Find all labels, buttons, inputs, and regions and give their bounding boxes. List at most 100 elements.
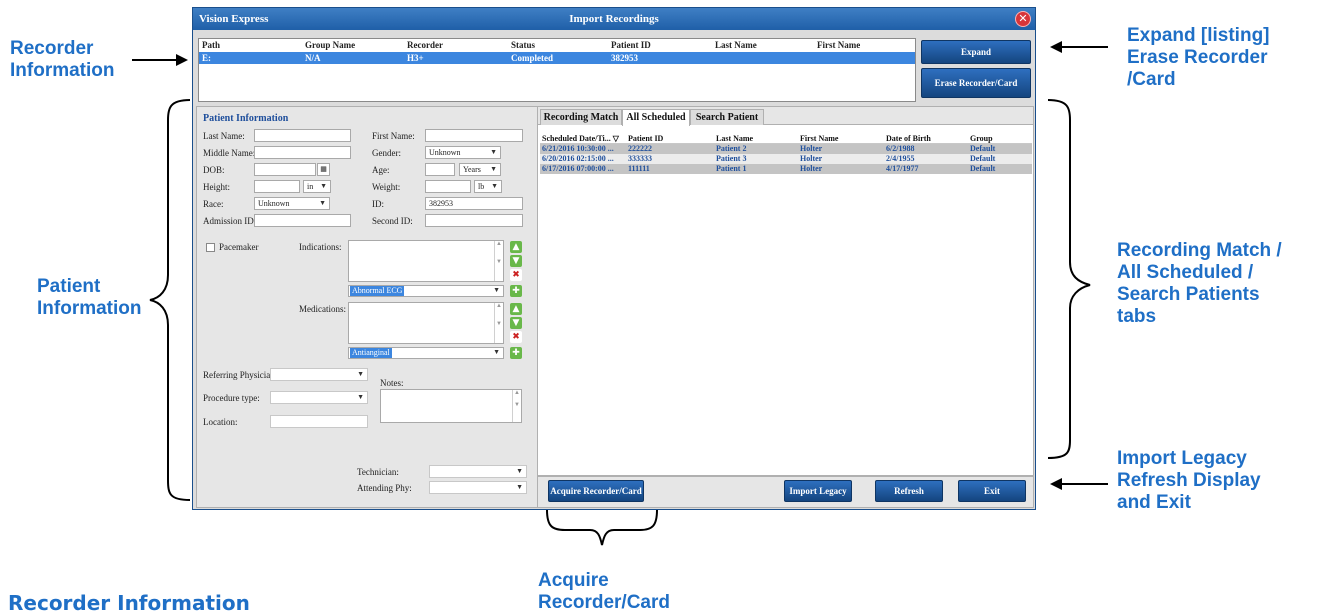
tab-all-scheduled[interactable]: All Scheduled [622,109,690,126]
indications-select[interactable]: Abnormal ECG ▼ [348,285,504,297]
import-recordings-window: Vision Express Import Recordings ✕ Path … [192,7,1036,510]
import-legacy-button[interactable]: Import Legacy [784,480,852,502]
column-header[interactable]: Patient ID [626,133,714,143]
add-icon[interactable]: ✚ [510,285,522,297]
pacemaker-label: Pacemaker [219,242,259,252]
column-header[interactable]: First Name [814,39,914,52]
column-header[interactable]: Status [508,39,608,52]
dob-label: DOB: [203,165,225,175]
acquire-recorder-button[interactable]: Acquire Recorder/Card [548,480,644,502]
delete-icon[interactable]: ✖ [510,269,522,281]
table-row[interactable]: 6/17/2016 07:00:00 ... 111111 Patient 1 … [540,164,1032,174]
table-cell: 6/20/2016 02:15:00 ... [542,154,614,163]
medications-value: Antianginal [350,348,392,358]
age-unit-select[interactable]: Years ▼ [459,163,501,176]
table-cell: 6/17/2016 07:00:00 ... [542,164,614,173]
id-field[interactable]: 382953 [425,197,523,210]
column-header[interactable]: Scheduled Date/Ti... ▽ [540,133,626,143]
scrollbar[interactable]: ▲ ▼ [494,303,503,343]
add-icon[interactable]: ✚ [510,347,522,359]
gender-select[interactable]: Unknown ▼ [425,146,501,159]
tab-search-patient[interactable]: Search Patient [690,109,764,125]
column-header[interactable]: Group Name [302,39,404,52]
procedure-type-select[interactable]: ▼ [270,391,368,404]
column-header[interactable]: Group [968,133,1028,143]
erase-recorder-button[interactable]: Erase Recorder/Card [921,68,1031,98]
attending-phy-label: Attending Phy: [357,483,412,493]
age-field[interactable] [425,163,455,176]
scrollbar[interactable]: ▲ ▼ [494,241,503,281]
dob-field[interactable] [254,163,316,176]
technician-label: Technician: [357,467,399,477]
table-cell: 111111 [628,164,650,173]
column-header[interactable]: Patient ID [608,39,712,52]
height-label: Height: [203,182,230,192]
chevron-down-icon: ▼ [490,165,497,173]
schedule-table-header: Scheduled Date/Ti... ▽ Patient ID Last N… [540,133,1032,144]
refresh-button[interactable]: Refresh [875,480,943,502]
table-cell: Patient 1 [716,164,747,173]
tab-recording-match[interactable]: Recording Match [540,109,622,125]
middle-name-label: Middle Name: [203,148,256,158]
weight-unit-value: lb [478,182,485,191]
column-header[interactable]: Path [199,39,302,52]
column-header-text: Scheduled Date/Ti... [542,134,611,143]
last-name-field[interactable] [254,129,351,142]
height-unit-select[interactable]: in ▼ [303,180,331,193]
weight-unit-select[interactable]: lb ▼ [474,180,502,193]
sort-icon: ▽ [612,134,619,143]
admission-id-label: Admission ID: [203,216,257,226]
exit-button[interactable]: Exit [958,480,1026,502]
delete-icon[interactable]: ✖ [510,331,522,343]
move-up-icon[interactable]: ▲ [510,303,522,315]
indications-label: Indications: [299,242,342,252]
notes-label: Notes: [380,378,404,388]
table-row[interactable]: 6/21/2016 10:30:00 ... 222222 Patient 2 … [540,144,1032,154]
recorder-row[interactable]: E: N/A H3+ Completed 382953 [199,52,915,64]
admission-id-field[interactable] [254,214,351,227]
race-value: Unknown [258,199,290,208]
table-cell: Patient 2 [716,144,747,153]
move-down-icon[interactable]: ▼ [510,317,522,329]
table-cell: 4/17/1977 [886,164,919,173]
second-id-field[interactable] [425,214,523,227]
schedule-table: Scheduled Date/Ti... ▽ Patient ID Last N… [540,133,1032,174]
notes-field[interactable]: ▲ ▼ [380,389,522,423]
table-cell: N/A [305,53,321,63]
table-cell: Default [970,154,996,163]
location-field[interactable] [270,415,368,428]
height-field[interactable] [254,180,300,193]
column-header[interactable]: Last Name [714,133,798,143]
table-row[interactable]: 6/20/2016 02:15:00 ... 333333 Patient 3 … [540,154,1032,164]
referring-physician-select[interactable]: ▼ [270,368,368,381]
column-header[interactable]: Last Name [712,39,814,52]
middle-name-field[interactable] [254,146,351,159]
medications-list[interactable]: ▲ ▼ [348,302,504,344]
move-down-icon[interactable]: ▼ [510,255,522,267]
window-title: Import Recordings [569,13,659,25]
scrollbar[interactable]: ▲ ▼ [512,390,521,422]
technician-select[interactable]: ▼ [429,465,527,478]
expand-button[interactable]: Expand [921,40,1031,64]
height-unit-value: in [307,182,314,191]
column-header[interactable]: Recorder [404,39,508,52]
table-cell: 382953 [611,53,638,63]
race-select[interactable]: Unknown ▼ [254,197,330,210]
table-cell: Holter [800,144,823,153]
indications-list[interactable]: ▲ ▼ [348,240,504,282]
close-icon[interactable]: ✕ [1015,11,1031,27]
table-cell: 2/4/1955 [886,154,915,163]
move-up-icon[interactable]: ▲ [510,241,522,253]
medications-select[interactable]: Antianginal ▼ [348,347,504,359]
pacemaker-checkbox[interactable] [206,243,215,252]
recordings-tab-panel: Recording Match All Scheduled Search Pat… [537,106,1034,476]
weight-field[interactable] [425,180,471,193]
first-name-field[interactable] [425,129,523,142]
table-cell: Holter [800,154,823,163]
attending-phy-select[interactable]: ▼ [429,481,527,494]
column-header[interactable]: First Name [798,133,884,143]
column-header[interactable]: Date of Birth [884,133,968,143]
calendar-icon[interactable]: ▦ [317,163,330,176]
table-cell: E: [202,53,211,63]
chevron-down-icon: ▼ [493,286,500,294]
